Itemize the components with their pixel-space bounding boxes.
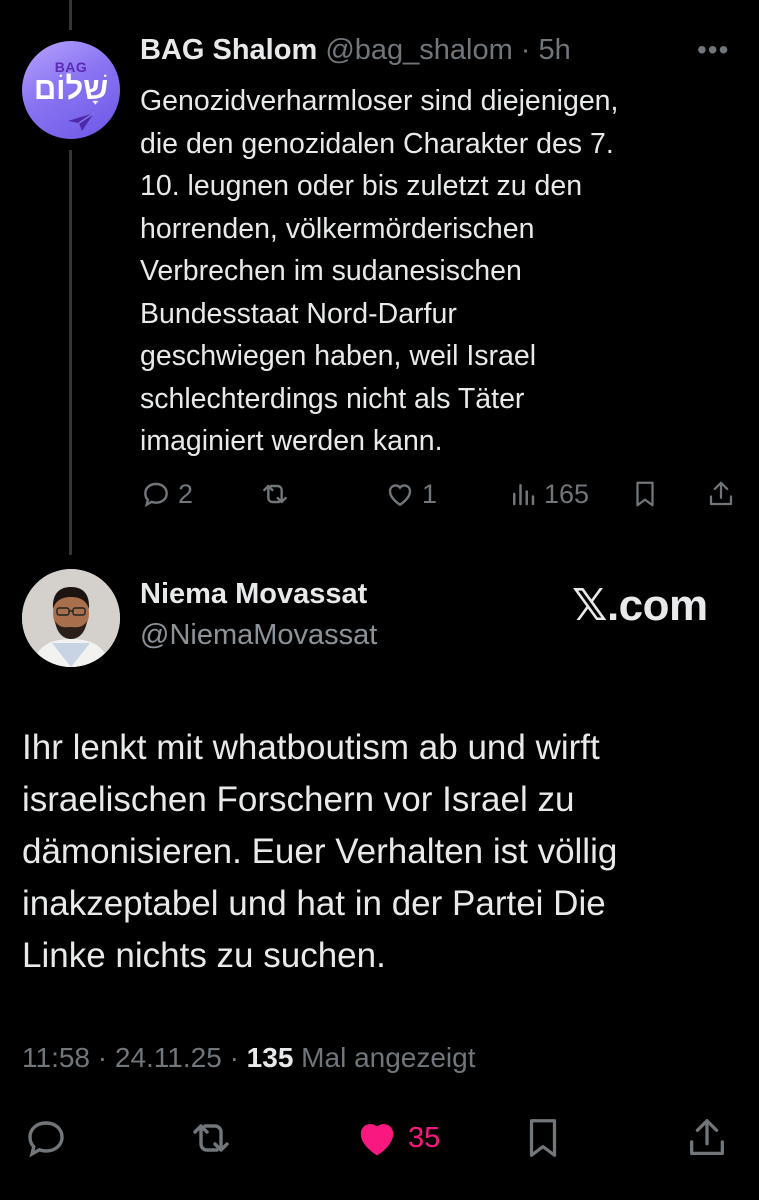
action-bar: 35 xyxy=(0,1114,759,1164)
tweet-meta: 11:58 · 24.11.25 · 135 Mal angezeigt xyxy=(22,1042,476,1074)
avatar-hebrew: שָׁלוֹם xyxy=(33,71,109,106)
like-icon xyxy=(388,484,412,507)
like-button[interactable]: 1 xyxy=(384,478,437,510)
text-line: 10. leugnen oder bis zuletzt zu den xyxy=(140,170,583,202)
text-line: israelischen Forschern vor Israel zu xyxy=(22,780,575,819)
like-count: 35 xyxy=(408,1121,441,1154)
reply-count: 2 xyxy=(178,478,194,509)
action-bar: 2 1 165 xyxy=(0,478,759,518)
text-line: imaginiert werden kann. xyxy=(140,425,443,457)
avatar[interactable]: BAG שָׁלוֹם xyxy=(22,41,120,139)
avatar[interactable] xyxy=(22,569,120,667)
x-com-watermark: 𝕏.com xyxy=(572,581,708,630)
share-icon xyxy=(690,1119,724,1155)
text-line: Linke nichts zu suchen. xyxy=(22,936,386,975)
views-count: 165 xyxy=(544,478,590,509)
text-line: geschwiegen haben, weil Israel xyxy=(140,340,537,372)
view-label: Mal angezeigt xyxy=(293,1042,476,1073)
text-line: inakzeptabel und hat in der Partei Die xyxy=(22,884,606,923)
tweet-header: BAG Shalom @bag_shalom · 5h xyxy=(140,34,571,67)
reply-icon xyxy=(144,482,168,508)
display-name[interactable]: BAG Shalom xyxy=(140,34,317,66)
bookmark-button[interactable] xyxy=(520,1114,566,1162)
text-line: Bundesstaat Nord-Darfur xyxy=(140,297,457,330)
display-name[interactable]: Niema Movassat xyxy=(140,578,367,611)
like-icon xyxy=(360,1124,394,1156)
retweet-button[interactable] xyxy=(258,478,298,510)
view-count: 135 xyxy=(246,1042,294,1073)
share-button[interactable] xyxy=(684,1114,730,1162)
timestamp[interactable]: 11:58 · 24.11.25 · xyxy=(22,1042,247,1073)
bookmark-button[interactable] xyxy=(630,478,660,510)
more-icon[interactable]: ••• xyxy=(697,34,729,66)
paper-plane-icon xyxy=(68,112,95,131)
text-line: Genozidverharmloser sind diejenigen, xyxy=(140,85,619,117)
text-line: dämonisieren. Euer Verhalten ist völlig xyxy=(22,832,618,871)
text-line: horrenden, völkermörderischen xyxy=(140,212,535,245)
tweet-text: Ihr lenkt mit whatboutism ab und wirft i… xyxy=(22,722,742,982)
text-line: schlechterdings nicht als Täter xyxy=(140,382,525,415)
views-button[interactable]: 165 xyxy=(508,478,589,510)
share-icon xyxy=(709,481,733,506)
retweet-button[interactable] xyxy=(186,1114,236,1162)
thread-line-top xyxy=(69,0,72,30)
tweet-text: Genozidverharmloser sind diejenigen, die… xyxy=(140,80,740,463)
text-line: Verbrechen im sudanesischen xyxy=(140,255,522,287)
text-line: die den genozidalen Charakter des 7. xyxy=(140,127,614,160)
like-count: 1 xyxy=(422,478,438,509)
handle-time[interactable]: @bag_shalom · 5h xyxy=(325,34,570,66)
share-button[interactable] xyxy=(706,478,736,510)
retweet-icon xyxy=(263,484,287,504)
bookmark-icon xyxy=(529,1119,557,1157)
like-button[interactable]: 35 xyxy=(352,1114,440,1162)
reply-button[interactable]: 2 xyxy=(140,478,193,510)
text-line: Ihr lenkt mit whatboutism ab und wirft xyxy=(22,728,600,767)
retweet-icon xyxy=(193,1124,229,1152)
reply-button[interactable] xyxy=(22,1114,70,1162)
profile-photo xyxy=(22,569,120,667)
reply-icon xyxy=(28,1121,64,1158)
handle[interactable]: @NiemaMovassat xyxy=(140,619,377,652)
bookmark-icon xyxy=(636,481,654,507)
views-icon xyxy=(513,484,535,506)
